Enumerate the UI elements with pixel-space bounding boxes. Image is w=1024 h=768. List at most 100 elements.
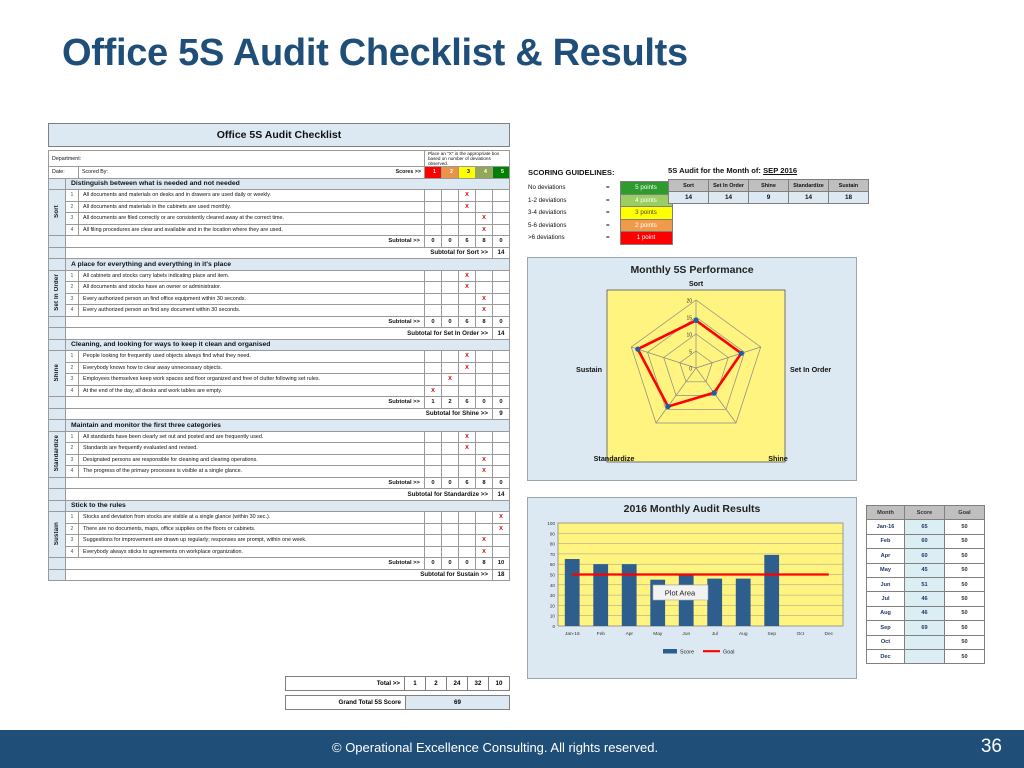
score-cell[interactable]	[440, 304, 459, 317]
score-cell[interactable]: 46	[904, 591, 945, 607]
score-cell[interactable]	[457, 465, 476, 478]
score-cell[interactable]: 65	[904, 519, 945, 535]
score-cell[interactable]	[440, 453, 459, 466]
score-cell[interactable]: X	[474, 453, 493, 466]
score-cell[interactable]: X	[440, 373, 459, 386]
score-cell[interactable]: X	[491, 522, 511, 535]
score-cell[interactable]: X	[457, 350, 476, 363]
score-cell[interactable]	[457, 373, 476, 386]
score-cell[interactable]: X	[457, 269, 476, 282]
score-cell[interactable]	[474, 281, 493, 294]
score-cell[interactable]	[491, 545, 511, 558]
date-field[interactable]: Date:	[48, 166, 79, 179]
score-cell[interactable]	[474, 430, 493, 443]
score-cell[interactable]	[423, 522, 442, 535]
score-cell[interactable]: X	[474, 545, 493, 558]
score-cell[interactable]: X	[457, 361, 476, 374]
score-cell[interactable]	[423, 189, 442, 202]
score-cell[interactable]	[440, 200, 459, 213]
score-cell[interactable]	[491, 534, 511, 547]
score-cell[interactable]: 60	[904, 548, 945, 564]
score-cell[interactable]: 51	[904, 576, 945, 593]
score-cell[interactable]	[474, 269, 493, 282]
score-cell[interactable]	[440, 534, 459, 547]
score-cell[interactable]	[440, 223, 459, 236]
score-cell[interactable]	[457, 545, 476, 558]
score-cell[interactable]: X	[457, 189, 476, 202]
score-cell[interactable]	[440, 281, 459, 294]
score-cell[interactable]	[491, 361, 511, 374]
score-cell[interactable]: X	[474, 304, 493, 317]
score-cell[interactable]	[423, 373, 442, 386]
score-cell[interactable]	[440, 189, 459, 202]
score-cell[interactable]	[440, 292, 459, 305]
score-cell[interactable]	[491, 304, 511, 317]
score-cell[interactable]	[440, 511, 459, 524]
score-cell[interactable]	[491, 189, 511, 202]
score-cell[interactable]	[423, 545, 442, 558]
score-cell[interactable]	[423, 292, 442, 305]
score-cell[interactable]	[440, 545, 459, 558]
score-cell[interactable]: X	[457, 430, 476, 443]
score-cell[interactable]	[457, 212, 476, 225]
score-cell[interactable]: X	[423, 384, 442, 397]
score-cell[interactable]: X	[474, 465, 493, 478]
score-cell[interactable]	[491, 384, 511, 397]
score-cell[interactable]: X	[474, 534, 493, 547]
score-cell[interactable]	[423, 281, 442, 294]
score-cell[interactable]: X	[474, 223, 493, 236]
score-cell[interactable]	[491, 269, 511, 282]
score-cell[interactable]: 45	[904, 562, 945, 578]
score-cell[interactable]	[457, 223, 476, 236]
score-cell[interactable]	[491, 453, 511, 466]
score-cell[interactable]	[474, 384, 493, 397]
score-cell[interactable]	[440, 212, 459, 225]
score-cell[interactable]	[491, 200, 511, 213]
score-cell[interactable]	[457, 511, 476, 524]
score-cell[interactable]	[440, 361, 459, 374]
score-cell[interactable]	[474, 522, 493, 535]
score-cell[interactable]	[457, 384, 476, 397]
score-cell[interactable]	[423, 223, 442, 236]
score-cell[interactable]	[491, 350, 511, 363]
score-cell[interactable]	[457, 292, 476, 305]
score-cell[interactable]	[440, 430, 459, 443]
score-cell[interactable]	[457, 522, 476, 535]
score-cell[interactable]: X	[457, 200, 476, 213]
score-cell[interactable]	[423, 534, 442, 547]
score-cell[interactable]	[474, 350, 493, 363]
score-cell[interactable]: X	[474, 212, 493, 225]
score-cell[interactable]	[423, 511, 442, 524]
score-cell[interactable]	[457, 453, 476, 466]
score-cell[interactable]	[491, 281, 511, 294]
score-cell[interactable]	[423, 269, 442, 282]
score-cell[interactable]	[423, 212, 442, 225]
score-cell[interactable]	[491, 373, 511, 386]
score-cell[interactable]	[423, 361, 442, 374]
score-cell[interactable]: 46	[904, 605, 945, 622]
score-cell[interactable]	[440, 269, 459, 282]
score-cell[interactable]	[474, 361, 493, 374]
score-cell[interactable]	[440, 522, 459, 535]
score-cell[interactable]	[440, 465, 459, 478]
score-cell[interactable]	[474, 189, 493, 202]
score-cell[interactable]	[423, 200, 442, 213]
score-cell[interactable]: 60	[904, 533, 945, 550]
score-cell[interactable]: X	[474, 292, 493, 305]
score-cell[interactable]	[457, 534, 476, 547]
score-cell[interactable]	[491, 292, 511, 305]
score-cell[interactable]	[474, 200, 493, 213]
department-field[interactable]: Department:	[48, 150, 425, 167]
score-cell[interactable]	[423, 453, 442, 466]
score-cell[interactable]	[423, 304, 442, 317]
score-cell[interactable]: X	[491, 511, 511, 524]
score-cell[interactable]: X	[457, 442, 476, 455]
score-cell[interactable]	[491, 223, 511, 236]
score-cell[interactable]	[491, 442, 511, 455]
score-cell[interactable]	[904, 648, 945, 665]
score-cell[interactable]	[904, 634, 945, 650]
score-cell[interactable]	[423, 430, 442, 443]
score-cell[interactable]	[440, 384, 459, 397]
score-cell[interactable]	[474, 442, 493, 455]
score-cell[interactable]	[457, 304, 476, 317]
